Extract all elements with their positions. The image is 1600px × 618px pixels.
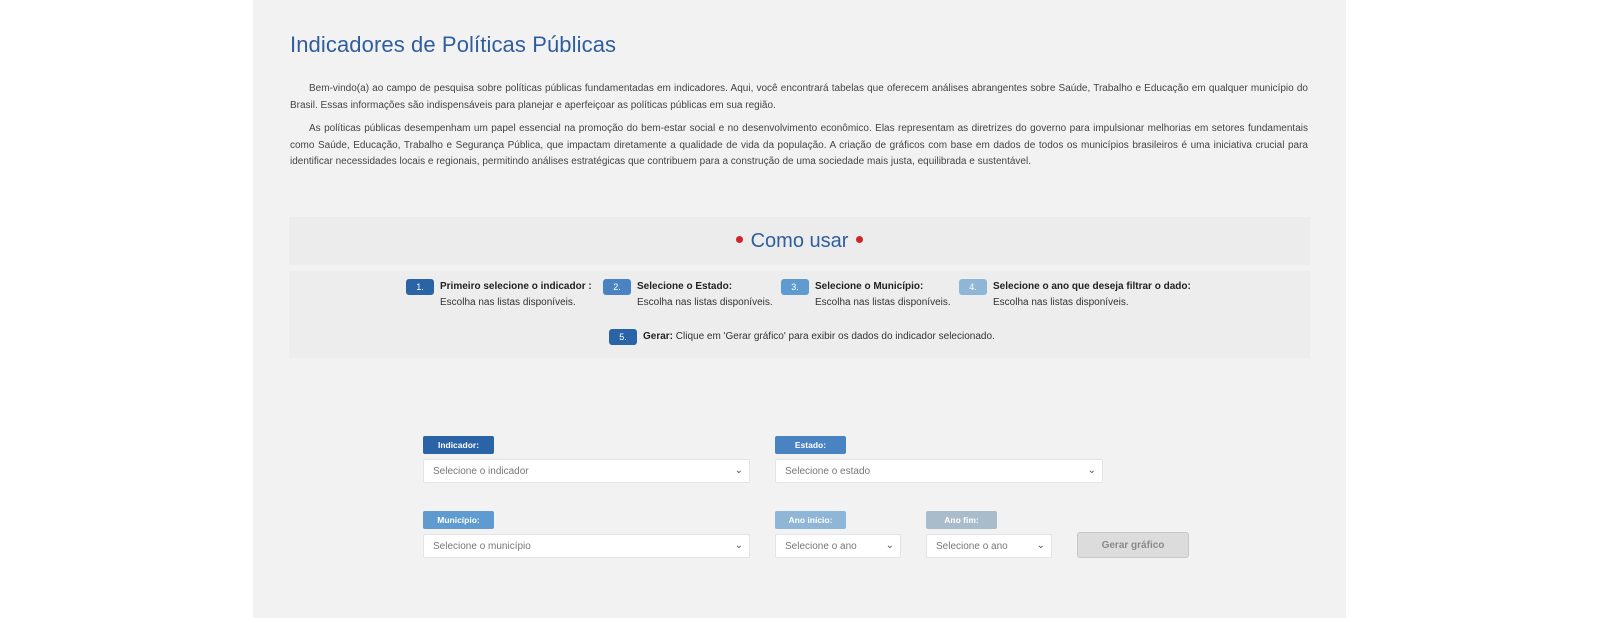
intro-paragraph-1: Bem-vindo(a) ao campo de pesquisa sobre … xyxy=(290,83,1308,111)
ano-inicio-select-value: Selecione o ano xyxy=(785,540,857,552)
gerar-grafico-button[interactable]: Gerar gráfico xyxy=(1077,532,1189,558)
step-title: Primeiro selecione o indicador : xyxy=(440,281,592,292)
chevron-down-icon: ⌄ xyxy=(1036,540,1045,551)
step-title: Gerar: xyxy=(643,331,674,342)
chevron-down-icon: ⌄ xyxy=(885,540,894,551)
step-title: Selecione o Município: xyxy=(815,281,924,292)
chevron-down-icon: ⌄ xyxy=(1087,465,1096,476)
chevron-down-icon: ⌄ xyxy=(734,465,743,476)
step-description: Escolha nas listas disponíveis. xyxy=(815,297,951,308)
step-title: Selecione o Estado: xyxy=(637,281,733,292)
howto-steps: 1. Primeiro selecione o indicador : Esco… xyxy=(289,271,1310,358)
step-description: Clique em 'Gerar gráfico' para exibir os… xyxy=(675,331,995,342)
estado-select[interactable]: Selecione o estado ⌄ xyxy=(775,459,1103,483)
red-dot-icon xyxy=(856,235,864,243)
estado-label: Estado: xyxy=(775,436,846,454)
step-description: Escolha nas listas disponíveis. xyxy=(637,297,773,308)
ano-inicio-select[interactable]: Selecione o ano ⌄ xyxy=(775,534,901,558)
indicador-select-value: Selecione o indicador xyxy=(433,465,529,477)
step-number-badge: 4. xyxy=(959,279,987,295)
step-title: Selecione o ano que deseja filtrar o dad… xyxy=(993,281,1191,292)
indicador-select[interactable]: Selecione o indicador ⌄ xyxy=(423,459,750,483)
howto-title: Como usar xyxy=(750,229,849,252)
estado-select-value: Selecione o estado xyxy=(785,465,871,477)
ano-inicio-label: Ano início: xyxy=(775,511,846,529)
step-number-badge: 3. xyxy=(781,279,809,295)
ano-fim-select[interactable]: Selecione o ano ⌄ xyxy=(926,534,1052,558)
page-title: Indicadores de Políticas Públicas xyxy=(290,32,617,57)
municipio-select-value: Selecione o município xyxy=(433,540,531,552)
ano-fim-select-value: Selecione o ano xyxy=(936,540,1008,552)
red-dot-icon xyxy=(735,235,743,243)
step-number-badge: 2. xyxy=(603,279,631,295)
step-number-badge: 1. xyxy=(406,279,434,295)
step-number-badge: 5. xyxy=(609,329,637,345)
step-3: 3. Selecione o Município: Escolha nas li… xyxy=(781,279,951,311)
intro-paragraph-2: As políticas públicas desempenham um pap… xyxy=(290,123,1308,167)
municipio-label: Município: xyxy=(423,511,494,529)
step-1: 1. Primeiro selecione o indicador : Esco… xyxy=(406,279,592,311)
ano-fim-label: Ano fim: xyxy=(926,511,997,529)
step-5: 5. Gerar: Clique em 'Gerar gráfico' para… xyxy=(609,329,995,345)
step-description: Escolha nas listas disponíveis. xyxy=(440,297,576,308)
step-2: 2. Selecione o Estado: Escolha nas lista… xyxy=(603,279,773,311)
municipio-select[interactable]: Selecione o município ⌄ xyxy=(423,534,750,558)
main-panel: Indicadores de Políticas Públicas Bem-vi… xyxy=(253,0,1346,618)
indicador-label: Indicador: xyxy=(423,436,494,454)
step-4: 4. Selecione o ano que deseja filtrar o … xyxy=(959,279,1191,311)
step-description: Escolha nas listas disponíveis. xyxy=(993,297,1129,308)
howto-header: Como usar xyxy=(289,217,1310,265)
chevron-down-icon: ⌄ xyxy=(734,540,743,551)
